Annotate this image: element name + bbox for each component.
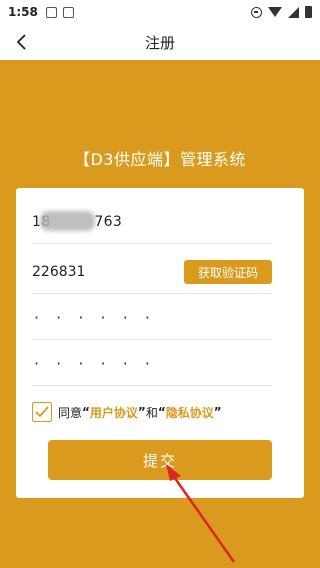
quote-close-2: ”	[213, 405, 222, 419]
status-bar: 1:58	[0, 0, 320, 24]
phone-suffix: 763	[94, 213, 123, 230]
phone-value: 18763	[32, 210, 123, 231]
verification-code-field[interactable]: 226831 获取验证码	[32, 250, 272, 294]
confirm-password-value: · · · · · ·	[34, 354, 156, 373]
quote-open-1: “	[82, 405, 90, 419]
battery-icon	[305, 6, 312, 18]
app-notification-icon	[62, 6, 74, 18]
page-title: 注册	[144, 33, 175, 52]
do-not-disturb-icon	[251, 6, 262, 18]
agree-checkbox[interactable]	[32, 402, 52, 422]
verification-code-value: 226831	[32, 263, 86, 280]
submit-button[interactable]: 提交	[48, 440, 272, 480]
agree-prefix: 同意	[58, 405, 83, 420]
confirm-password-field[interactable]: · · · · · ·	[32, 342, 272, 386]
wifi-icon	[268, 7, 282, 17]
quote-close-1: ”	[137, 405, 146, 419]
user-agreement-link[interactable]: 用户协议	[90, 404, 138, 421]
system-title: 【D3供应端】管理系统	[73, 150, 246, 169]
agreement-row: 同意 “ 用户协议 ” 和 “ 隐私协议 ”	[32, 390, 272, 434]
and-text: 和	[145, 405, 158, 420]
signal-icon	[288, 6, 299, 18]
status-time: 1:58	[8, 5, 38, 19]
checkmark-icon	[35, 406, 49, 418]
nav-bar: 注册	[0, 24, 320, 60]
quote-open-2: “	[157, 405, 166, 419]
get-code-button[interactable]: 获取验证码	[184, 260, 272, 284]
phone-redaction	[40, 210, 95, 231]
phone-field[interactable]: 18763	[32, 200, 272, 244]
back-arrow-icon[interactable]	[12, 32, 32, 52]
notification-icon	[45, 6, 57, 18]
privacy-agreement-link[interactable]: 隐私协议	[166, 404, 214, 421]
password-value: · · · · · ·	[34, 308, 156, 327]
password-field[interactable]: · · · · · ·	[32, 296, 272, 340]
